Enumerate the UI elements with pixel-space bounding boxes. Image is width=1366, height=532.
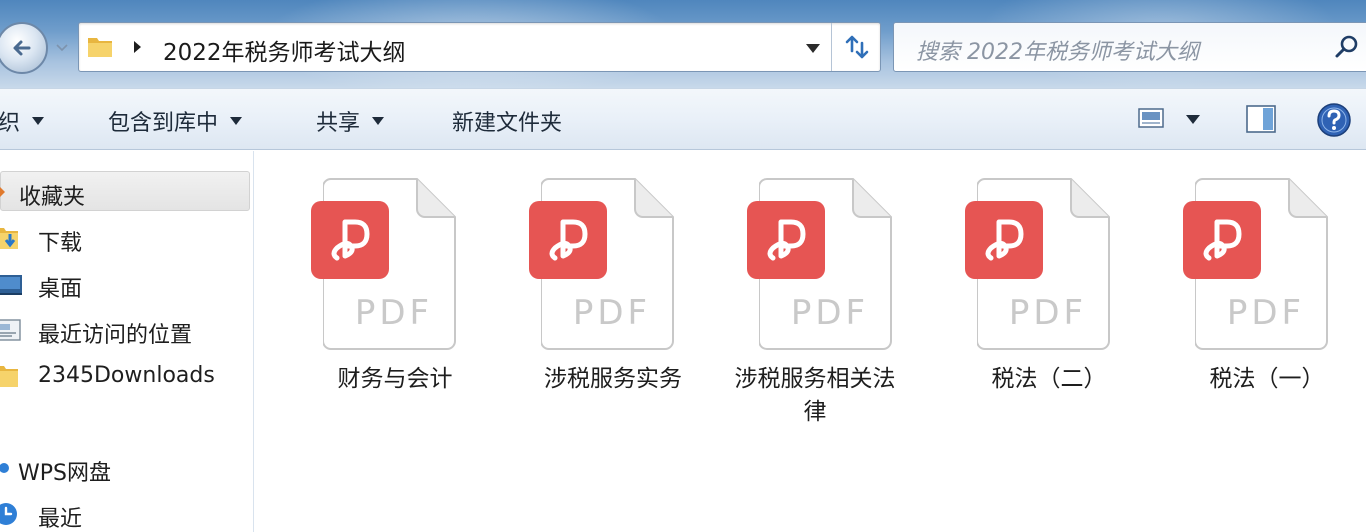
recent-places-icon xyxy=(0,319,21,341)
sidebar-item-favorites[interactable]: 收藏夹 xyxy=(0,171,250,211)
sidebar-item-label: 最近 xyxy=(38,507,83,532)
file-type-label: PDF xyxy=(790,293,870,333)
change-view-icon[interactable] xyxy=(1136,105,1168,133)
file-type-label: PDF xyxy=(572,293,652,333)
sidebar-item-label: 收藏夹 xyxy=(19,185,86,210)
file-name: 涉税服务实务 xyxy=(544,366,682,392)
navigation-pane: 收藏夹 下载 桌面 最近访问的位置 2345Downloads WPS网盘 最近 xyxy=(0,151,254,532)
caret-down-icon xyxy=(372,117,385,125)
back-arrow-icon xyxy=(13,40,31,56)
back-button[interactable] xyxy=(0,22,48,74)
search-box[interactable]: 搜索 2022年税务师考试大纲 xyxy=(893,22,1366,72)
sidebar-item-label: 2345Downloads xyxy=(38,363,215,388)
address-history-dropdown[interactable] xyxy=(799,39,827,57)
chevron-down-icon xyxy=(56,44,68,52)
title-bar: 2022年税务师考试大纲 搜索 2022年税务师考试大纲 xyxy=(0,0,1366,88)
sidebar-item-label: 下载 xyxy=(38,231,83,256)
view-options-caret-icon[interactable] xyxy=(1186,115,1200,124)
search-icon[interactable] xyxy=(1334,34,1360,60)
preview-pane-icon[interactable] xyxy=(1244,103,1278,135)
breadcrumb-arrow-icon[interactable] xyxy=(133,40,143,54)
wps-pdf-icon xyxy=(311,201,389,279)
help-icon[interactable] xyxy=(1316,102,1352,138)
search-input[interactable]: 搜索 2022年税务师考试大纲 xyxy=(916,34,1199,66)
file-item[interactable]: PDF 涉税服务实务 xyxy=(483,177,683,437)
refresh-icon xyxy=(845,35,869,59)
share-label: 共享 xyxy=(316,111,361,136)
folder-icon xyxy=(0,366,18,387)
file-list: PDF 财务与会计 PDF 涉税服务实务 PDF 涉税服务相关法律 PDF 税法… xyxy=(255,151,1366,532)
file-item[interactable]: PDF 财务与会计 xyxy=(265,177,465,437)
new-folder-button[interactable]: 新建文件夹 xyxy=(452,105,562,137)
address-bar[interactable]: 2022年税务师考试大纲 xyxy=(78,22,881,72)
caret-down-icon xyxy=(806,43,820,53)
sidebar-item-wps-cloud[interactable]: WPS网盘 xyxy=(0,448,250,488)
sidebar-item-label: WPS网盘 xyxy=(18,461,111,486)
file-type-label: PDF xyxy=(1226,293,1306,333)
organize-menu[interactable]: 织 xyxy=(0,105,45,137)
wps-pdf-icon xyxy=(529,201,607,279)
file-name: 税法（一） xyxy=(1209,366,1325,392)
sidebar-item-label: 桌面 xyxy=(38,277,83,302)
refresh-button[interactable] xyxy=(837,29,877,65)
file-item[interactable]: PDF 税法（二） xyxy=(919,177,1119,437)
wps-pdf-icon xyxy=(747,201,825,279)
file-name: 财务与会计 xyxy=(337,366,453,392)
wps-pdf-icon xyxy=(965,201,1043,279)
file-type-label: PDF xyxy=(354,293,434,333)
new-folder-label: 新建文件夹 xyxy=(452,111,563,136)
recent-pages-dropdown[interactable] xyxy=(54,40,70,56)
file-item[interactable]: PDF 税法（一） xyxy=(1137,177,1337,437)
address-separator xyxy=(831,23,832,71)
sidebar-item-label: 最近访问的位置 xyxy=(38,323,193,348)
desktop-icon xyxy=(0,275,22,295)
organize-label: 织 xyxy=(0,111,21,136)
clock-icon xyxy=(0,503,17,525)
file-name: 税法（二） xyxy=(991,366,1107,392)
caret-down-icon xyxy=(32,117,45,125)
sidebar-item-recent-places[interactable]: 最近访问的位置 xyxy=(0,310,250,350)
file-type-label: PDF xyxy=(1008,293,1088,333)
sidebar-item-downloads[interactable]: 下载 xyxy=(0,218,250,258)
sidebar-item-2345downloads[interactable]: 2345Downloads xyxy=(0,356,250,396)
address-path[interactable]: 2022年税务师考试大纲 xyxy=(163,33,406,67)
sidebar-item-recent[interactable]: 最近 xyxy=(0,494,250,532)
sidebar-item-desktop[interactable]: 桌面 xyxy=(0,264,250,304)
wps-pdf-icon xyxy=(1183,201,1261,279)
include-in-library-menu[interactable]: 包含到库中 xyxy=(108,105,243,137)
file-name: 涉税服务相关法律 xyxy=(734,366,896,425)
folder-icon xyxy=(88,38,112,57)
caret-down-icon xyxy=(230,117,243,125)
include-in-library-label: 包含到库中 xyxy=(108,111,219,136)
file-item[interactable]: PDF 涉税服务相关法律 xyxy=(701,177,901,437)
share-menu[interactable]: 共享 xyxy=(316,105,385,137)
downloads-folder-icon xyxy=(0,228,18,249)
command-bar: 织 包含到库中 共享 新建文件夹 xyxy=(0,88,1366,150)
